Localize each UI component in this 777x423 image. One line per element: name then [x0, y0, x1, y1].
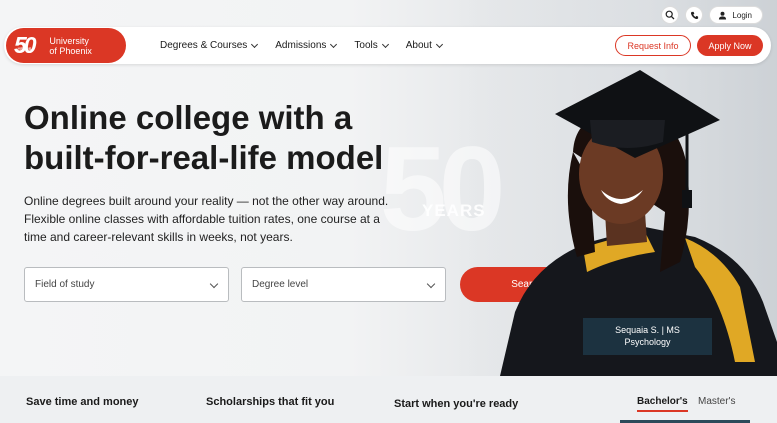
- logo-name-line2: of Phoenix: [49, 45, 92, 56]
- menu-tools[interactable]: Tools: [354, 40, 389, 51]
- phone-button[interactable]: [685, 6, 704, 24]
- degree-level-select[interactable]: Degree level: [241, 267, 446, 302]
- main-nav: 50 YEARS University of Phoenix Degrees &…: [4, 27, 771, 64]
- login-button[interactable]: Login: [709, 6, 763, 24]
- menu-admissions[interactable]: Admissions: [275, 40, 338, 51]
- field-of-study-placeholder: Field of study: [35, 279, 95, 290]
- user-icon: [719, 11, 727, 20]
- logo-name-line1: University: [49, 35, 89, 46]
- search-button[interactable]: [661, 6, 680, 24]
- menu-label: Tools: [354, 40, 378, 51]
- caption-name: Sequaia S. | MS: [615, 325, 680, 335]
- benefits-strip: Save time and money Scholarships that fi…: [0, 376, 777, 423]
- menu-about[interactable]: About: [405, 40, 443, 51]
- menu-label: Admissions: [275, 40, 327, 51]
- benefit-save-time: Save time and money: [26, 396, 139, 408]
- menu-label: Degrees & Courses: [160, 40, 248, 51]
- university-logo[interactable]: 50 YEARS University of Phoenix: [6, 28, 126, 63]
- watermark-label: YEARS: [422, 201, 486, 220]
- degree-level-placeholder: Degree level: [252, 279, 309, 290]
- hero-headline: Online college with a built-for-real-lif…: [24, 99, 384, 176]
- field-of-study-select[interactable]: Field of study: [24, 267, 229, 302]
- apply-now-button[interactable]: Apply Now: [697, 35, 763, 56]
- menu-degrees-courses[interactable]: Degrees & Courses: [160, 40, 259, 51]
- chevron-down-icon: [381, 40, 389, 48]
- primary-menu: Degrees & Courses Admissions Tools About: [160, 27, 460, 64]
- phone-icon: [690, 11, 699, 19]
- benefit-start-ready: Start when you're ready: [394, 398, 519, 410]
- logo-name: University of Phoenix: [49, 36, 92, 56]
- caption-degree: Psychology: [624, 337, 671, 347]
- hero-subcopy: Online degrees built around your reality…: [24, 194, 389, 244]
- chevron-down-icon: [209, 279, 219, 289]
- chevron-down-icon: [251, 40, 259, 48]
- tab-masters[interactable]: Master's: [698, 396, 735, 407]
- chevron-down-icon: [426, 279, 436, 289]
- tab-bachelors[interactable]: Bachelor's: [637, 396, 688, 412]
- graduate-caption: Sequaia S. | MS Psychology: [583, 318, 712, 355]
- benefit-scholarships: Scholarships that fit you: [206, 396, 335, 408]
- search-icon: [666, 10, 675, 20]
- logo-years-tag: YEARS: [17, 46, 32, 51]
- chevron-down-icon: [330, 40, 338, 48]
- login-label: Login: [732, 10, 752, 20]
- chevron-down-icon: [435, 40, 443, 48]
- utility-bar: Login: [661, 6, 763, 24]
- menu-label: About: [405, 40, 432, 51]
- request-info-button[interactable]: Request Info: [615, 35, 691, 56]
